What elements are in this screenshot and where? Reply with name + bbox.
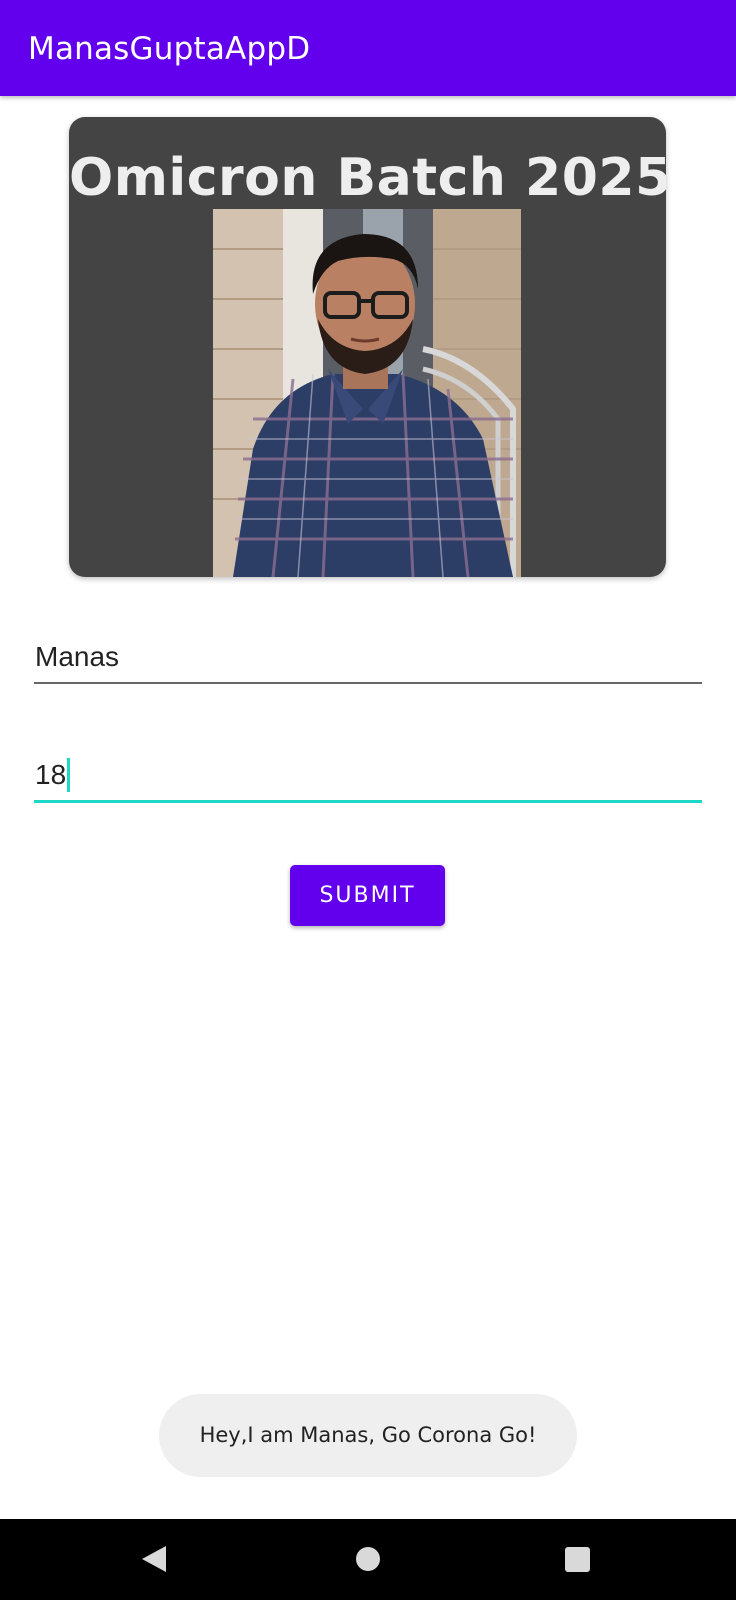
text-cursor <box>67 758 71 792</box>
name-field[interactable]: Manas <box>34 630 702 684</box>
age-field-value-wrapper: 18 <box>35 758 71 792</box>
navigation-bar <box>0 1519 736 1600</box>
toast-message: Hey,I am Manas, Go Corona Go! <box>159 1394 577 1477</box>
portrait-photo <box>213 209 521 577</box>
app-bar: ManasGuptaAppD <box>0 0 736 96</box>
screen: ManasGuptaAppD Omicron Batch 2025 Manas … <box>0 0 736 1600</box>
age-field[interactable]: 18 <box>34 748 702 803</box>
name-field-value: Manas <box>35 641 120 672</box>
app-title: ManasGuptaAppD <box>28 31 311 67</box>
submit-button[interactable]: SUBMIT <box>290 865 445 926</box>
age-field-value: 18 <box>35 759 67 790</box>
card-title: Omicron Batch 2025 <box>69 148 666 208</box>
home-icon[interactable] <box>356 1547 380 1571</box>
back-icon[interactable] <box>142 1546 166 1572</box>
profile-card: Omicron Batch 2025 <box>69 117 666 577</box>
recents-icon[interactable] <box>565 1547 590 1572</box>
